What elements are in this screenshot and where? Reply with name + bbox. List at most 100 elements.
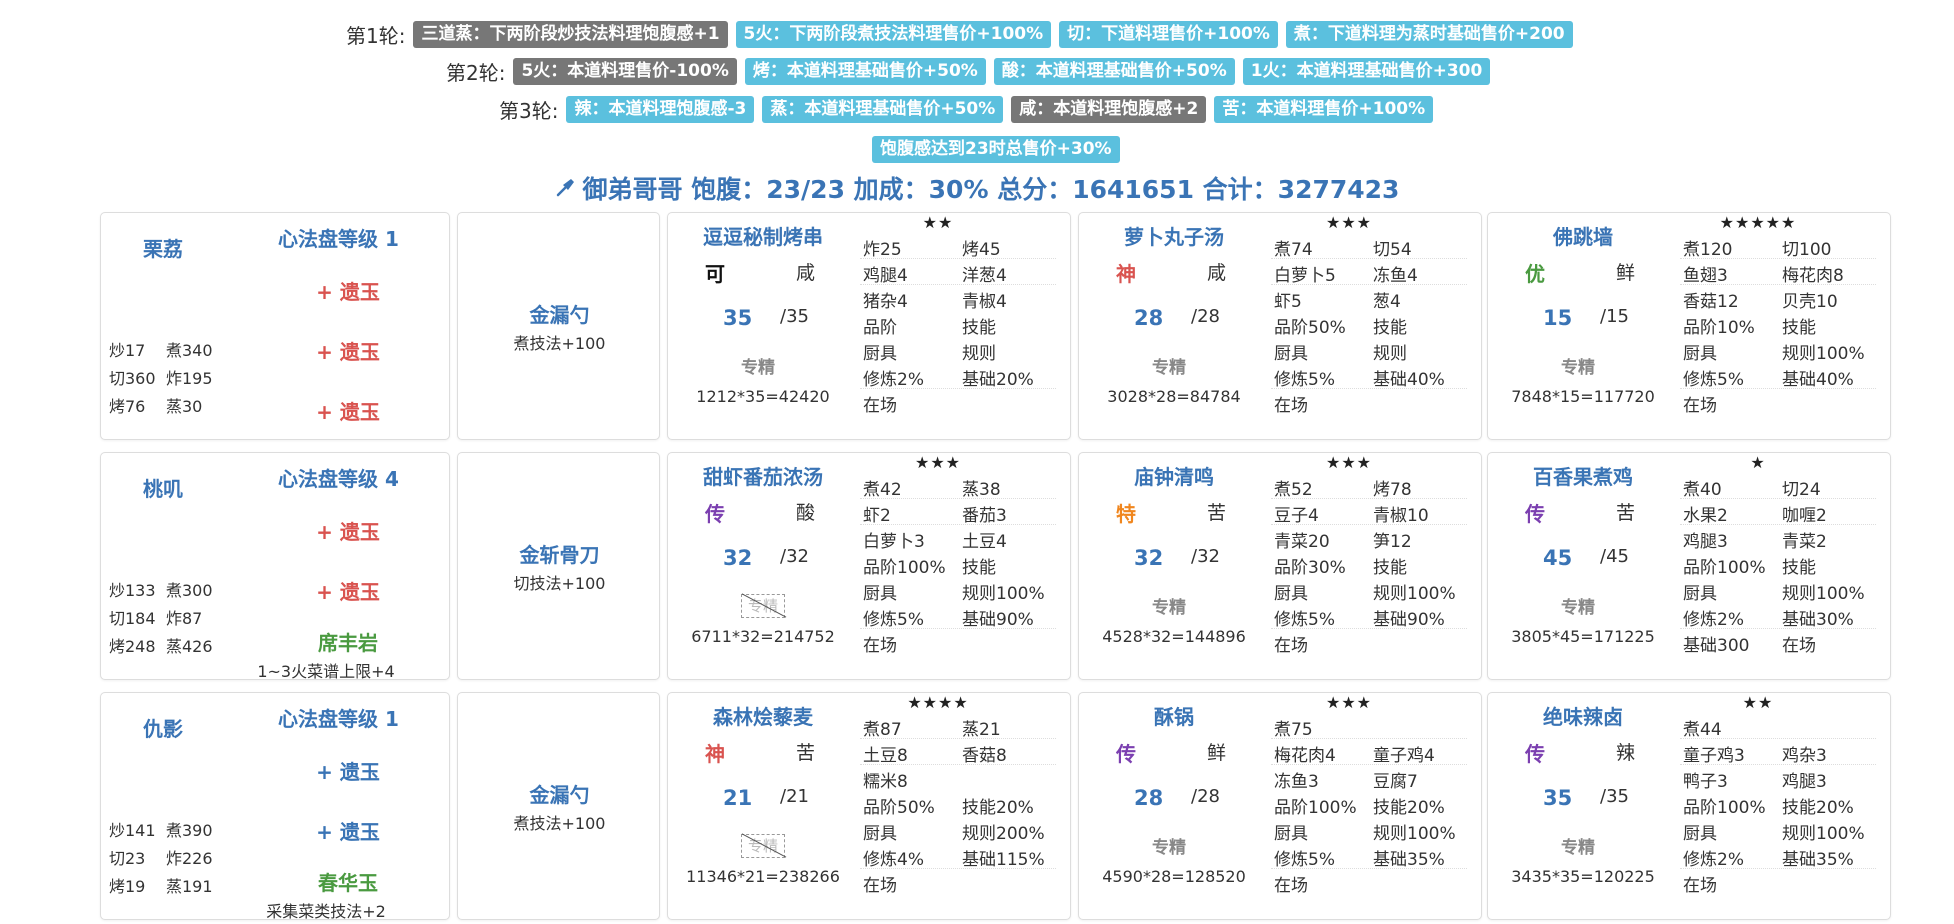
jade-slot[interactable]: + 遗玉 — [308, 516, 388, 545]
recipe-card[interactable]: 逗逗秘制烤串 ★★ 可 咸 35/35 专精 1212*35=42420 炸25 烤45 鸡腿4 洋… — [667, 212, 1071, 440]
info-cell: 规则200% — [962, 824, 1045, 844]
recipe-quantity-max: /32 — [780, 546, 809, 567]
recipe-stars: ★★★★★ — [1719, 213, 1797, 232]
specialty-label: 专精 — [1152, 838, 1186, 858]
info-cell: 虾2 — [863, 506, 891, 526]
recipe-grade: 传 — [705, 502, 725, 526]
info-cell: 蒸21 — [962, 720, 1001, 740]
info-cell: 修炼5% — [1274, 610, 1335, 630]
info-cell: 烤45 — [962, 240, 1001, 260]
info-cell: 蒸38 — [962, 480, 1001, 500]
pin-icon — [555, 176, 577, 204]
info-cell: 在场 — [863, 636, 897, 656]
recipe-card[interactable]: 萝卜丸子汤 ★★★ 神 咸 28/28 专精 3028*28=84784 煮74 切54 白萝卜5… — [1078, 212, 1482, 440]
info-cell: 鸡腿3 — [1782, 772, 1827, 792]
info-cell: 土豆8 — [863, 746, 908, 766]
skill-stat: 烤19 — [109, 877, 146, 896]
recipe-quantity-max: /15 — [1600, 306, 1629, 327]
skill-stat: 炒17 — [109, 341, 146, 360]
skill-stat: 切184 — [109, 609, 156, 628]
info-cell: 冻鱼4 — [1373, 266, 1418, 286]
info-cell: 基础35% — [1782, 850, 1854, 870]
info-cell: 在场 — [1683, 876, 1717, 896]
info-cell: 基础300 — [1683, 636, 1750, 656]
info-cell: 基础35% — [1373, 850, 1445, 870]
equip-name: 金漏勺 — [529, 783, 590, 807]
equip-card[interactable]: 金漏勺煮技法+100 — [457, 212, 660, 440]
chef-card[interactable]: 桃叽 心法盘等级 4 + 遗玉 + 遗玉 席丰岩 1~3火菜谱上限+4 炒133 煮300 切1… — [100, 452, 450, 681]
info-cell: 基础40% — [1373, 370, 1445, 390]
equip-effect: 煮技法+100 — [513, 814, 606, 833]
recipe-taste: 苦 — [1616, 502, 1636, 524]
recipe-name: 佛跳墙 — [1553, 225, 1613, 249]
jade-slot[interactable]: + 遗玉 — [308, 756, 388, 785]
rule-tag: 5火：本道料理售价-100% — [513, 57, 737, 85]
skill-stat: 蒸426 — [166, 637, 213, 656]
recipe-card[interactable]: 森林烩藜麦 ★★★★ 神 苦 21/21 专精 11346*21=238266 煮87 蒸21 土… — [667, 692, 1071, 920]
jade-effect: 采集菜类技法+2 — [266, 902, 386, 921]
recipe-grade: 神 — [705, 742, 725, 766]
equip-card[interactable]: 金斩骨刀 切技法+100 — [457, 452, 660, 680]
recipe-name: 酥锅 — [1154, 705, 1194, 729]
info-cell: 贝壳10 — [1782, 292, 1838, 312]
chef-card[interactable]: 栗荔 心法盘等级 1 + 遗玉 + 遗玉 + 遗玉 炒17 煮340 切360 炸195 烤76 蒸… — [100, 212, 450, 440]
info-cell: 修炼2% — [1683, 850, 1744, 870]
chef-name: 仇影 — [143, 717, 183, 741]
skill-stat: 炸195 — [166, 369, 213, 388]
info-cell: 厨具 — [1683, 584, 1717, 604]
equip-name: 金漏勺 — [529, 303, 590, 327]
recipe-quantity-max: /35 — [780, 306, 809, 327]
skill-stat: 煮300 — [166, 581, 213, 600]
info-cell: 厨具 — [1683, 824, 1717, 844]
jade-slot[interactable]: 席丰岩 — [308, 627, 388, 656]
recipe-card[interactable]: 绝味辣卤 ★★ 传 辣 35/35 专精 3435*35=120225 煮44 童子鸡3 鸡杂3 鸭… — [1487, 692, 1891, 920]
chef-name: 栗荔 — [143, 237, 183, 261]
info-cell: 规则100% — [1373, 824, 1456, 844]
equip-effect: 煮技法+100 — [513, 334, 606, 353]
info-cell: 品阶50% — [1274, 318, 1346, 338]
jade-slot[interactable]: + 遗玉 — [308, 396, 388, 425]
jade-slot[interactable]: 春华玉 — [308, 867, 388, 896]
info-cell: 技能 — [962, 318, 996, 338]
jade-slot[interactable]: + 遗玉 — [308, 336, 388, 365]
heart-level: 心法盘等级 4 — [278, 467, 399, 491]
recipe-taste: 辣 — [1616, 742, 1636, 764]
specialty-label: 专精 — [1561, 358, 1595, 378]
recipe-card[interactable]: 酥锅 ★★★ 传 鲜 28/28 专精 4590*28=128520 煮75 梅花肉4 童子鸡4 冻… — [1078, 692, 1482, 920]
chef-card[interactable]: 仇影 心法盘等级 1 + 遗玉 + 遗玉 春华玉 采集菜类技法+2 炒141 煮390 切23 炸… — [100, 692, 450, 921]
jade-slot[interactable]: + 遗玉 — [308, 276, 388, 305]
info-cell: 规则100% — [1782, 824, 1865, 844]
info-cell: 煮75 — [1274, 720, 1313, 740]
equip-card[interactable]: 金漏勺煮技法+100 — [457, 692, 660, 920]
recipe-card[interactable]: 庙钟清鸣 ★★★ 特 苦 32/32 专精 4528*32=144896 煮52 烤78 豆子4 青… — [1078, 452, 1482, 680]
info-cell: 在场 — [1274, 636, 1308, 656]
recipe-card[interactable]: 甜虾番茄浓汤 ★★★ 传 酸 32/32 专精 6711*32=214752 煮42 蒸38 虾2… — [667, 452, 1071, 680]
recipe-calc: 11346*21=238266 — [686, 867, 840, 886]
recipe-card[interactable]: 百香果煮鸡 ★ 传 苦 45/45 专精 3805*45=171225 煮40 切24 水果2 咖喱… — [1487, 452, 1891, 680]
recipe-calc: 3028*28=84784 — [1107, 387, 1241, 406]
skill-stat: 切360 — [109, 369, 156, 388]
info-cell: 规则100% — [1782, 344, 1865, 364]
info-cell: 厨具 — [1683, 344, 1717, 364]
recipe-quantity: 45 — [1543, 546, 1573, 570]
recipe-name: 绝味辣卤 — [1543, 705, 1623, 729]
specialty-label: 专精 — [1152, 358, 1186, 378]
recipe-card[interactable]: 佛跳墙 ★★★★★ 优 鲜 15/15 专精 7848*15=117720 煮120 切100 鱼… — [1487, 212, 1891, 440]
info-cell: 梅花肉4 — [1274, 746, 1336, 766]
recipe-taste: 咸 — [1207, 262, 1227, 284]
score-summary: 御弟哥哥 饱腹：23/23 加成：30% 总分：1641651 合计：32774… — [0, 170, 1954, 206]
recipe-taste: 咸 — [796, 262, 816, 284]
info-cell: 鸡杂3 — [1782, 746, 1827, 766]
info-cell: 厨具 — [863, 824, 897, 844]
rule-tag: 辣：本道料理饱腹感-3 — [566, 95, 755, 123]
rule-row-2: 第2轮: 5火：本道料理售价-100% 烤：本道料理基础售价+50% 酸：本道料理基础… — [446, 56, 1498, 86]
recipe-calc: 3435*35=120225 — [1511, 867, 1655, 886]
info-cell: 品阶50% — [863, 798, 935, 818]
jade-slot[interactable]: + 遗玉 — [308, 816, 388, 845]
recipe-stars: ★★ — [1742, 693, 1774, 712]
info-cell: 基础115% — [962, 850, 1045, 870]
info-cell: 修炼2% — [1683, 610, 1744, 630]
info-cell: 煮44 — [1683, 720, 1722, 740]
info-cell: 煮120 — [1683, 240, 1733, 260]
jade-slot[interactable]: + 遗玉 — [308, 576, 388, 605]
